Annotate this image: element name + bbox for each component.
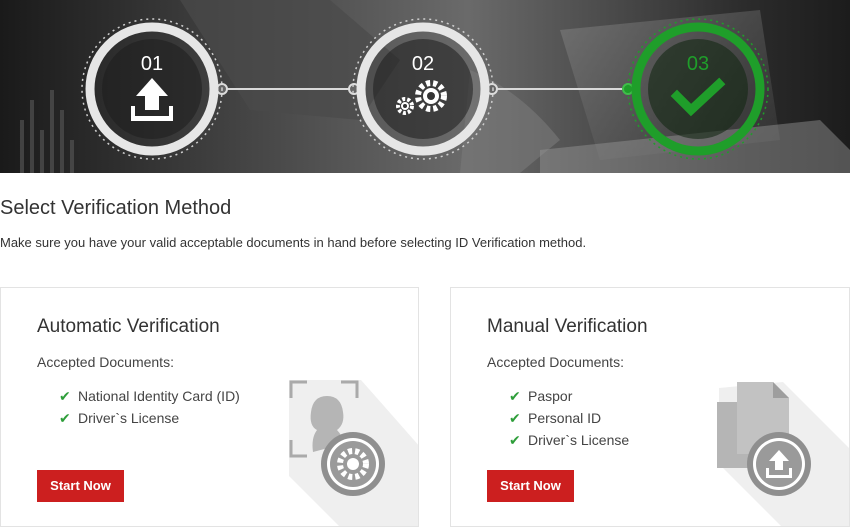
accepted-documents-label: Accepted Documents:	[37, 354, 174, 370]
check-icon: ✔	[59, 410, 71, 426]
accepted-documents-label: Accepted Documents:	[487, 354, 624, 370]
document-name: Driver`s License	[528, 432, 630, 448]
step-number: 01	[141, 53, 163, 75]
document-list: ✔ National Identity Card (ID) ✔ Driver`s…	[59, 385, 240, 429]
documents-upload-icon	[717, 382, 849, 526]
page-subtitle: Make sure you have your valid acceptable…	[0, 235, 587, 250]
progress-banner: 01 02 03	[0, 0, 850, 173]
list-item: ✔ National Identity Card (ID)	[59, 385, 240, 407]
step-1: 01	[81, 18, 223, 160]
step-2: 02	[352, 18, 494, 160]
card-title: Automatic Verification	[37, 316, 220, 337]
step-3: 03	[627, 18, 769, 160]
list-item: ✔ Driver`s License	[59, 407, 240, 429]
step-number: 03	[687, 53, 709, 75]
automatic-verification-card: Automatic Verification Accepted Document…	[0, 287, 419, 527]
start-now-button[interactable]: Start Now	[487, 470, 574, 502]
step-number: 02	[412, 53, 434, 75]
start-now-button[interactable]: Start Now	[37, 470, 124, 502]
step-indicator: 01 02 03	[81, 18, 769, 160]
list-item: ✔ Paspor	[509, 385, 629, 407]
check-icon: ✔	[59, 388, 71, 404]
card-title: Manual Verification	[487, 316, 648, 337]
check-icon: ✔	[509, 388, 521, 404]
document-name: Personal ID	[528, 410, 602, 426]
check-icon: ✔	[509, 410, 521, 426]
page-title: Select Verification Method	[0, 197, 232, 219]
document-name: Paspor	[528, 388, 573, 404]
list-item: ✔ Driver`s License	[509, 429, 629, 451]
document-list: ✔ Paspor ✔ Personal ID ✔ Driver`s Licens…	[509, 385, 629, 451]
check-icon: ✔	[509, 432, 521, 448]
list-item: ✔ Personal ID	[509, 407, 629, 429]
document-name: National Identity Card (ID)	[78, 388, 240, 404]
id-face-gear-icon	[289, 380, 418, 526]
manual-verification-card: Manual Verification Accepted Documents: …	[450, 287, 850, 527]
document-name: Driver`s License	[78, 410, 180, 426]
